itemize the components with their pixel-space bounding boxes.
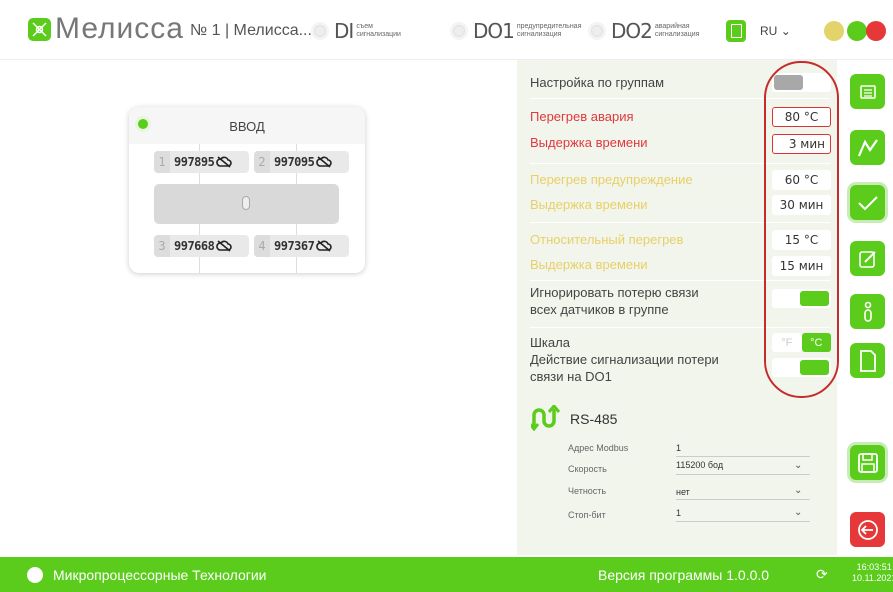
save-button[interactable]	[850, 445, 885, 480]
info-icon	[863, 301, 872, 322]
highlight-oval	[764, 61, 839, 398]
stop-bit-select[interactable]: 1	[676, 508, 681, 518]
list-button[interactable]	[850, 74, 885, 109]
header: Мелисса № 1 | Мелисса... DI съем сигнализ…	[0, 0, 893, 60]
check-icon	[857, 195, 878, 210]
document-icon[interactable]	[726, 20, 746, 42]
indicator-do1: DO1 предупредительная сигнализация	[450, 19, 581, 43]
sensor-number: 1	[154, 151, 170, 173]
ignore-loss-label: Игнорировать потерю связи всех датчиков в…	[530, 285, 699, 317]
indicator-desc: съем сигнализации	[356, 23, 401, 38]
chevron-down-icon[interactable]: ⌄	[794, 460, 802, 471]
parity-select[interactable]: нет	[676, 487, 690, 497]
speed-label: Скорость	[568, 464, 607, 474]
status-dot-yellow	[824, 21, 844, 41]
cloud-off-icon	[216, 156, 233, 168]
logout-button[interactable]	[850, 512, 885, 547]
sensor-id: 997895	[174, 155, 215, 169]
parity-label: Четность	[568, 486, 607, 496]
info-button[interactable]	[850, 294, 885, 329]
chart-button[interactable]	[850, 130, 885, 165]
chevron-down-icon: ⌄	[780, 24, 791, 38]
drag-handle-icon[interactable]	[242, 196, 250, 210]
overheat-warning-label: Перегрев предупреждение	[530, 172, 693, 187]
chart-icon	[857, 138, 878, 156]
chevron-down-icon[interactable]: ⌄	[794, 507, 802, 518]
status-dot-green	[847, 21, 867, 41]
object-title[interactable]: № 1 | Мелисса...	[190, 22, 312, 40]
divider	[676, 499, 810, 500]
scale-label: Шкала Действие сигнализации потери связи н…	[530, 335, 719, 384]
delay-relative-label: Выдержка времени	[530, 257, 648, 272]
indicator-do2: DO2 аварийная сигнализация	[588, 19, 699, 43]
indicator-desc: аварийная сигнализация	[654, 23, 700, 38]
indicator-code: DO2	[611, 19, 653, 43]
status-dot-red	[866, 21, 886, 41]
company-logo-icon	[27, 567, 43, 583]
indicator-code: DI	[334, 19, 354, 43]
indicator-desc: предупредительная сигнализация	[516, 23, 582, 38]
overheat-alarm-label: Перегрев авария	[530, 109, 634, 124]
sensor-id: 997668	[174, 239, 215, 253]
sensor-chip[interactable]: 2 997095	[254, 151, 349, 173]
card-header: ВВОД	[129, 107, 365, 144]
brand-name: Мелисса	[55, 12, 184, 45]
cloud-off-icon	[316, 156, 333, 168]
modbus-address-label: Адрес Modbus	[568, 443, 629, 453]
version-label: Версия программы 1.0.0.0	[598, 567, 770, 583]
indicator-led-icon	[311, 22, 329, 40]
sync-icon[interactable]: ⟳	[816, 566, 828, 583]
rs485-title: RS-485	[570, 411, 618, 427]
group-setting-label: Настройка по группам	[530, 75, 665, 90]
edit-button[interactable]	[850, 241, 885, 276]
delay-alarm-label: Выдержка времени	[530, 135, 648, 150]
edit-icon	[858, 250, 876, 268]
sensor-chip[interactable]: 3 997668	[154, 235, 249, 257]
cloud-off-icon	[216, 240, 233, 252]
indicator-code: DO1	[473, 19, 515, 43]
divider	[676, 474, 810, 475]
indicator-led-icon	[450, 22, 468, 40]
divider	[676, 456, 810, 457]
indicator-di: DI съем сигнализации	[311, 19, 401, 43]
card-title: ВВОД	[229, 119, 265, 134]
input-group-card[interactable]: ВВОД 1 997895 2 997095 3 997668 4 997367	[129, 107, 365, 273]
datetime: 16:03:51 10.11.2021	[852, 562, 893, 583]
logout-icon	[857, 519, 878, 540]
chevron-down-icon[interactable]: ⌄	[794, 485, 802, 496]
sensor-number: 2	[254, 151, 270, 173]
speed-select[interactable]: 115200 бод	[676, 460, 723, 470]
relative-overheat-label: Относительный перегрев	[530, 232, 684, 247]
sensor-id: 997367	[274, 239, 315, 253]
modbus-address-input[interactable]: 1	[676, 443, 681, 453]
logo-icon	[28, 18, 51, 41]
sensor-number: 4	[254, 235, 270, 257]
document-button[interactable]	[850, 343, 885, 378]
stop-bit-label: Стоп-бит	[568, 510, 606, 520]
sensor-chip[interactable]: 4 997367	[254, 235, 349, 257]
indicator-led-icon	[588, 22, 606, 40]
document-icon	[859, 349, 876, 372]
save-icon	[857, 452, 878, 473]
list-icon	[859, 84, 876, 99]
delay-warning-label: Выдержка времени	[530, 197, 648, 212]
group-slot[interactable]	[154, 184, 339, 224]
apply-button[interactable]	[850, 185, 885, 220]
sensor-chip[interactable]: 1 997895	[154, 151, 249, 173]
language-select[interactable]: RU ⌄	[760, 24, 791, 38]
company-name: Микропроцессорные Технологии	[53, 567, 267, 583]
cloud-off-icon	[316, 240, 333, 252]
rs485-icon	[531, 405, 561, 431]
sensor-number: 3	[154, 235, 170, 257]
divider	[676, 521, 810, 522]
footer: Микропроцессорные Технологии Версия прог…	[0, 557, 893, 592]
sensor-id: 997095	[274, 155, 315, 169]
